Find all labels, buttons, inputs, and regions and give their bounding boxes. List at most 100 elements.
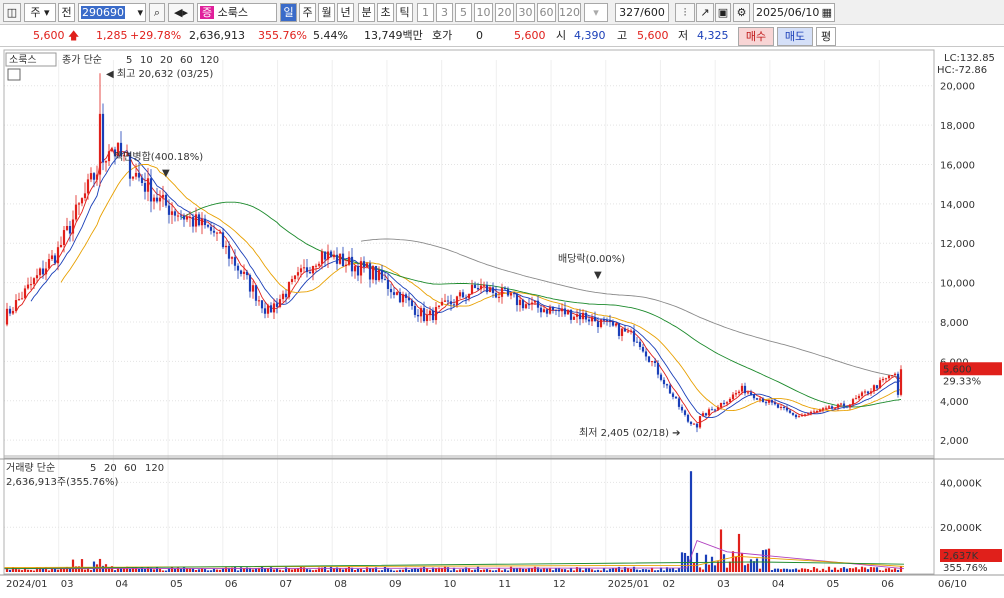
candle-body — [746, 392, 750, 394]
candle-body — [875, 385, 879, 389]
stock-code-input[interactable]: 290690 ▾ — [78, 3, 146, 22]
dividend-annotation: 배당락(0.00%) — [558, 253, 625, 265]
sound-icon[interactable]: ◀▸ — [168, 3, 194, 22]
interval-10[interactable]: 10 — [474, 3, 493, 22]
candle-body — [848, 404, 852, 408]
period-tick[interactable]: 틱 — [396, 3, 413, 22]
interval-5[interactable]: 5 — [455, 3, 472, 22]
interval-3[interactable]: 3 — [436, 3, 453, 22]
candle-body — [80, 198, 84, 204]
volume-bar — [173, 568, 177, 572]
candle-body — [86, 179, 90, 194]
volume-bar — [479, 570, 483, 572]
candle-body — [83, 193, 87, 199]
candle-body — [770, 400, 774, 403]
save-icon[interactable]: ▣ — [715, 3, 731, 22]
volume-bar — [824, 570, 828, 572]
candle-body — [293, 275, 297, 280]
candle-body — [641, 346, 645, 352]
count-field[interactable]: 327/600 — [615, 3, 669, 22]
interval-10-label: 10 — [476, 6, 491, 19]
evaluation-button[interactable]: 평 — [816, 27, 836, 46]
candle-body — [410, 300, 414, 306]
volume-bar — [833, 567, 837, 572]
candle-body — [497, 296, 501, 298]
candle-body — [416, 314, 420, 317]
candle-body — [878, 380, 882, 389]
candle-body — [671, 393, 675, 397]
date-picker[interactable]: 2025/06/10 ▦ — [753, 3, 835, 22]
interval-60[interactable]: 60 — [537, 3, 556, 22]
buy-button[interactable]: 매수 — [738, 27, 774, 46]
candle-body — [782, 406, 786, 408]
candle-body — [743, 385, 747, 394]
search-icon[interactable]: ⌕ — [149, 3, 165, 22]
candle-body — [143, 182, 147, 192]
candle-type-icon[interactable]: ⫶ — [675, 3, 695, 22]
candle-body — [461, 292, 465, 298]
candle-body — [860, 392, 864, 396]
interval-1[interactable]: 1 — [417, 3, 434, 22]
candle-body — [107, 151, 111, 162]
interval-20[interactable]: 20 — [495, 3, 514, 22]
volume-bar — [188, 568, 192, 572]
high-annotation: ◀ 최고 20,632 (03/25) — [106, 68, 213, 80]
market-type-select[interactable]: 주 ▾ — [24, 3, 56, 22]
volume-bar — [827, 566, 831, 572]
stock-chart[interactable]: 20,000 18,000 16,000 14,000 12,000 10,000 8,00… — [0, 48, 1004, 598]
candle-body — [524, 304, 528, 309]
volume-bar — [794, 568, 798, 572]
volume-bar — [857, 569, 861, 572]
gear-icon[interactable]: ⚙ — [733, 3, 750, 22]
candle-body — [584, 312, 588, 320]
interval-30[interactable]: 30 — [516, 3, 535, 22]
volume-bar — [314, 569, 318, 572]
volume-bar — [605, 570, 609, 572]
volume-bar — [500, 570, 504, 572]
prev-button[interactable]: 전 — [58, 3, 75, 22]
volume-bar — [875, 567, 879, 572]
candle-body — [239, 270, 243, 274]
candle-body — [731, 394, 735, 399]
volume-value: 2,636,913 — [189, 29, 245, 42]
volume-bar — [161, 570, 165, 572]
volume-bar — [800, 568, 804, 572]
period-week[interactable]: 주 — [299, 3, 316, 22]
volume-bar — [887, 568, 891, 572]
candle-body — [887, 375, 891, 379]
candle-body — [248, 275, 252, 292]
volume-bar — [233, 566, 237, 572]
chart-icon[interactable]: ◫ — [3, 3, 21, 22]
period-month[interactable]: 월 — [318, 3, 335, 22]
interval-dropdown[interactable]: ▾ — [584, 3, 608, 22]
candle-body — [371, 266, 375, 280]
candle-body — [41, 268, 45, 275]
table-icon[interactable] — [7, 68, 21, 81]
sell-button[interactable]: 매도 — [777, 27, 813, 46]
period-second[interactable]: 초 — [377, 3, 394, 22]
volume-bar — [839, 568, 843, 572]
period-minute[interactable]: 분 — [358, 3, 375, 22]
stock-badge: 증 — [200, 6, 215, 19]
volume-bar — [545, 568, 549, 572]
candle-body — [596, 321, 600, 328]
volume-bar — [884, 568, 888, 572]
period-year[interactable]: 년 — [337, 3, 354, 22]
candle-body — [353, 266, 357, 272]
draw-tool-icon[interactable]: ↗ — [696, 3, 714, 22]
interval-120[interactable]: 120 — [558, 3, 581, 22]
price-tick-label: 2,000 — [940, 436, 969, 447]
volume-bar — [818, 570, 822, 572]
candle-body — [458, 292, 462, 297]
candle-body — [311, 265, 315, 274]
x-tick-label: 12 — [553, 579, 566, 590]
volume-bar — [734, 556, 738, 572]
volume-bar — [254, 568, 258, 572]
candle-body — [608, 320, 612, 322]
period-day[interactable]: 일 — [280, 3, 297, 22]
volume-bar — [692, 562, 696, 572]
candle-body — [581, 312, 585, 320]
volume-bar — [353, 570, 357, 572]
candle-body — [518, 299, 522, 306]
stock-name-field[interactable]: 증 소룩스 — [197, 3, 277, 22]
